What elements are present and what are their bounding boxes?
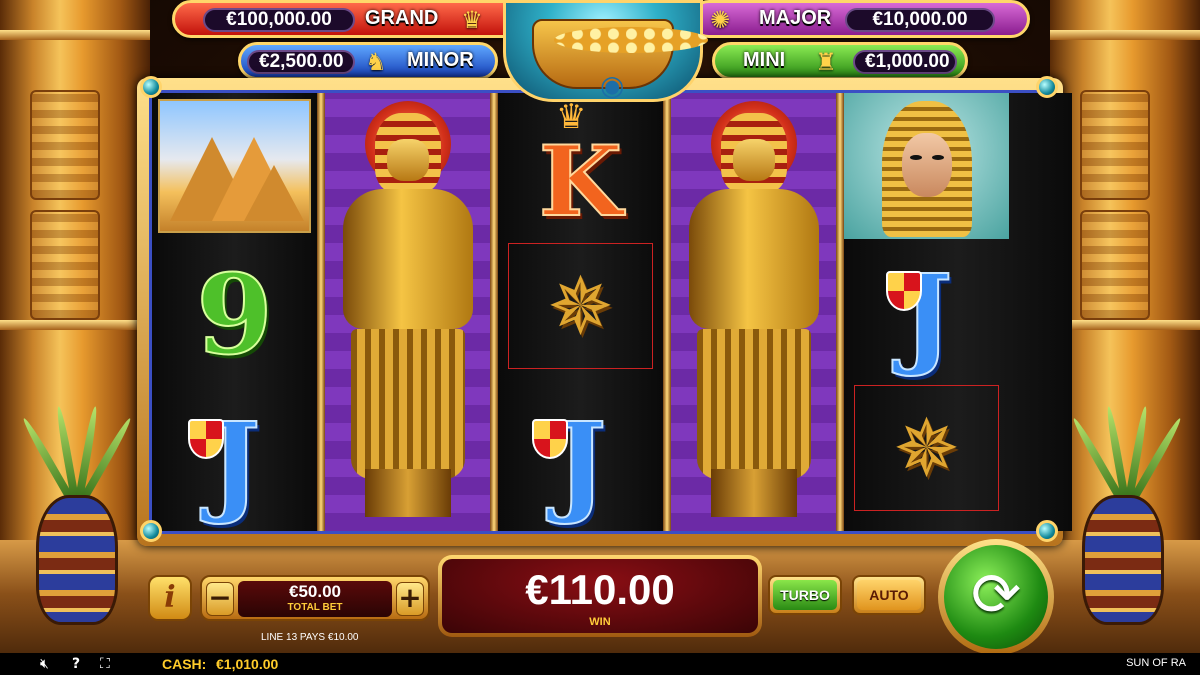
jackpot-major: ✺ MAJOR €10,000.00 [690, 0, 1030, 38]
frame-gem [1036, 520, 1058, 542]
total-bet-label: TOTAL BET [287, 602, 343, 613]
symbol-jack: J [152, 389, 317, 535]
coin-pot: ◉ [503, 0, 708, 102]
decrease-bet-button[interactable]: − [206, 582, 234, 616]
reel-1: 9 J [152, 93, 317, 531]
shield-icon [886, 271, 922, 311]
spin-icon: ⟳ [944, 545, 1048, 649]
ibis-icon: ♜ [815, 48, 837, 76]
win-label: WIN [589, 616, 611, 628]
status-bar: 🔇︎ ? ⛶ CASH: €1,010.00 SUN OF RA [0, 653, 1200, 675]
jackpot-major-label: MAJOR [759, 7, 832, 29]
cat-icon: ♞ [365, 48, 387, 76]
turbo-button[interactable]: TURBO [768, 575, 842, 615]
symbol-pharaoh-statue [681, 99, 826, 519]
auto-button[interactable]: AUTO [852, 575, 926, 615]
total-bet-control: − €50.00 TOTAL BET + [200, 575, 430, 621]
symbol-pyramids [152, 93, 317, 239]
total-bet-display: €50.00 TOTAL BET [238, 581, 392, 617]
symbol-jack: J [844, 241, 1009, 387]
win-value: €110.00 [525, 566, 675, 613]
symbol-jack: J [498, 389, 663, 535]
game-stage: €100,000.00 GRAND ♛ ✺ MAJOR €10,000.00 €… [0, 0, 1200, 675]
reel-frame: 9 J ♛ K ✵ J J ✵ [137, 78, 1072, 546]
frame-gem [1036, 76, 1058, 98]
scorpion-icon: ✵ [546, 259, 615, 353]
symbol-scorpion: ✵ [498, 241, 663, 387]
left-vase [36, 495, 118, 625]
symbol-jack-glyph: J [899, 249, 953, 380]
jackpot-grand: €100,000.00 GRAND ♛ [172, 0, 522, 38]
symbol-jack-glyph: J [207, 397, 261, 528]
left-plant [20, 395, 134, 507]
spin-button[interactable]: ⟳ [938, 539, 1054, 655]
eye-of-horus-icon: ◉ [600, 69, 625, 102]
reel-3: ♛ K ✵ J [498, 93, 663, 531]
reel-4 [671, 93, 836, 531]
jackpot-minor: €2,500.00 ♞ MINOR [238, 42, 498, 80]
reel-area: 9 J ♛ K ✵ J J ✵ [149, 90, 1072, 534]
line-pays-text: LINE 13 PAYS €10.00 [261, 632, 359, 643]
scarab-icon: ✺ [709, 6, 731, 34]
shield-icon [188, 419, 224, 459]
jackpot-mini: MINI ♜ €1,000.00 [712, 42, 968, 80]
symbol-scorpion: ✵ [844, 383, 1009, 529]
jackpot-mini-label: MINI [743, 49, 786, 71]
symbol-nine: 9 [152, 241, 317, 387]
symbol-king: ♛ K [498, 93, 663, 239]
jackpot-grand-label: GRAND [365, 7, 439, 29]
reel-5: J ✵ [844, 93, 1072, 531]
symbol-jack-glyph: J [553, 397, 607, 528]
jackpot-mini-value: €1,000.00 [853, 50, 957, 74]
cash-value: €1,010.00 [216, 656, 279, 672]
help-icon[interactable]: ? [72, 655, 80, 673]
mute-icon[interactable]: 🔇︎ [40, 655, 49, 673]
increase-bet-button[interactable]: + [396, 582, 424, 616]
right-plant [1070, 395, 1184, 507]
shield-icon [532, 419, 568, 459]
symbol-pharaoh-statue [335, 99, 480, 519]
jackpot-minor-value: €2,500.00 [247, 50, 355, 74]
crown-icon: ♛ [556, 97, 587, 137]
symbol-king-glyph: K [538, 124, 623, 239]
auto-label: AUTO [857, 580, 921, 610]
jackpot-minor-label: MINOR [407, 49, 474, 71]
win-display: €110.00 WIN [438, 555, 762, 637]
reel-2 [325, 93, 490, 531]
right-vase [1082, 495, 1164, 625]
cash-label: CASH: [162, 656, 207, 672]
fullscreen-icon[interactable]: ⛶ [100, 655, 110, 673]
turbo-label: TURBO [773, 580, 837, 610]
scorpion-icon: ✵ [892, 401, 961, 495]
total-bet-value: €50.00 [289, 582, 341, 601]
info-button[interactable]: i [148, 575, 192, 621]
game-name: SUN OF RA [1126, 657, 1186, 669]
symbol-queen [844, 93, 1009, 239]
pharaoh-mask-icon: ♛ [461, 6, 483, 34]
jackpot-grand-value: €100,000.00 [203, 8, 355, 32]
jackpot-major-value: €10,000.00 [845, 8, 995, 32]
frame-gem [140, 520, 162, 542]
frame-gem [140, 76, 162, 98]
symbol-nine-glyph: 9 [195, 249, 274, 380]
